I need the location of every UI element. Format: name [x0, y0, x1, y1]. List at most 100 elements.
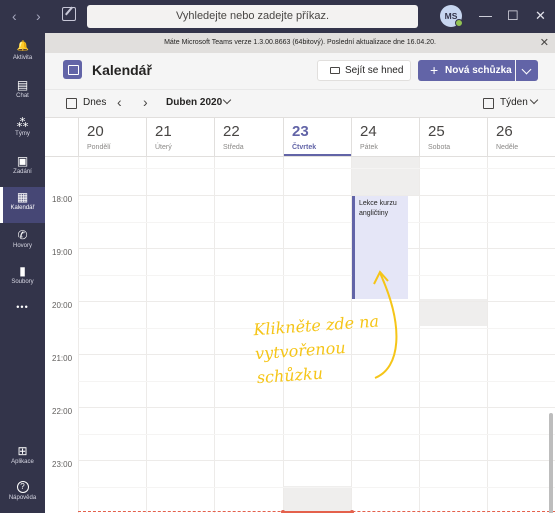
compose-icon[interactable]: [62, 7, 76, 21]
busy-block: [284, 486, 351, 511]
today-icon: [66, 98, 77, 109]
day-number: 20: [87, 123, 104, 140]
day-header-monday[interactable]: 20 Pondělí: [78, 118, 146, 156]
calendar-header: Kalendář Sejít se hned + Nová schůzka: [45, 53, 555, 89]
day-number: 26: [496, 123, 513, 140]
rail-item-help[interactable]: ? Nápověda: [0, 477, 45, 513]
rail-item-label: Zadání: [13, 169, 32, 175]
hour-label: 21:00: [52, 354, 73, 363]
teams-icon: ⁂: [16, 116, 29, 130]
bell-icon: 🔔: [16, 41, 29, 52]
hour-label: 22:00: [52, 407, 73, 416]
day-name: Středa: [223, 144, 244, 151]
rail-item-chat[interactable]: ▤ Chat: [0, 75, 45, 111]
view-switcher[interactable]: Týden: [500, 97, 528, 108]
day-header-thursday[interactable]: 23 Čtvrtek: [283, 118, 351, 156]
hour-line: [78, 460, 555, 461]
half-hour-line: [78, 222, 555, 223]
calendar-toolbar: Dnes ‹ › Duben 2020 Týden: [45, 89, 555, 117]
rail-item-label: Chat: [16, 93, 29, 99]
header-divider: [45, 156, 555, 157]
day-header-wednesday[interactable]: 22 Středa: [214, 118, 283, 156]
busy-block: [420, 299, 487, 326]
scrollbar[interactable]: [549, 413, 553, 513]
hour-label: 19:00: [52, 248, 73, 257]
minimize-button[interactable]: —: [479, 8, 492, 24]
page-title: Kalendář: [92, 62, 152, 78]
maximize-button[interactable]: ☐: [507, 8, 519, 24]
day-header-saturday[interactable]: 25 Sobota: [419, 118, 487, 156]
day-header-friday[interactable]: 24 Pátek: [351, 118, 419, 156]
day-name: Neděle: [496, 144, 519, 151]
next-week-button[interactable]: ›: [143, 94, 148, 110]
new-meeting-button[interactable]: + Nová schůzka: [418, 60, 515, 81]
rail-item-calls[interactable]: ✆ Hovory: [0, 225, 45, 261]
new-meeting-label: Nová schůzka: [445, 65, 512, 76]
rail-item-calendar[interactable]: ▦ Kalendář: [0, 187, 45, 223]
hour-label: 23:00: [52, 460, 73, 469]
rail-item-label: Hovory: [12, 243, 32, 249]
day-number: 24: [360, 123, 377, 140]
apps-icon: ⊞: [17, 444, 28, 458]
presence-status-icon: [455, 19, 463, 27]
day-number: 22: [223, 123, 240, 140]
rail-item-label: Soubory: [11, 279, 34, 285]
day-name: Pondělí: [87, 144, 111, 151]
rail-item-activity[interactable]: 🔔 Aktivita: [0, 37, 45, 73]
rail-item-teams[interactable]: ⁂ Týmy: [0, 113, 45, 149]
busy-block: [352, 157, 419, 196]
close-icon[interactable]: ✕: [540, 33, 549, 53]
new-meeting-dropdown-button[interactable]: [516, 60, 538, 81]
meet-now-button[interactable]: Sejít se hned: [317, 60, 411, 81]
plus-icon: +: [430, 62, 439, 78]
search-input[interactable]: Vyhledejte nebo zadejte příkaz.: [87, 5, 418, 28]
month-picker[interactable]: Duben 2020: [166, 97, 222, 108]
day-header-tuesday[interactable]: 21 Úterý: [146, 118, 214, 156]
today-button[interactable]: Dnes: [83, 97, 106, 108]
half-hour-line: [78, 275, 555, 276]
rail-item-label: Týmy: [15, 131, 30, 137]
chevron-down-icon[interactable]: [529, 95, 539, 105]
day-name: Úterý: [155, 144, 172, 151]
previous-week-button[interactable]: ‹: [117, 94, 122, 110]
half-hour-line: [78, 487, 555, 488]
rail-item-label: Kalendář: [10, 205, 35, 211]
forward-arrow-icon[interactable]: ›: [36, 8, 41, 24]
hour-label: 18:00: [52, 195, 73, 204]
half-hour-line: [78, 434, 555, 435]
day-number: 25: [428, 123, 445, 140]
more-icon: •••: [16, 302, 29, 312]
meet-now-label: Sejít se hned: [345, 65, 404, 76]
hour-label: 20:00: [52, 301, 73, 310]
rail-item-label: Nápověda: [8, 495, 37, 501]
app-rail: 🔔 Aktivita ▤ Chat ⁂ Týmy ▣ Zadání ▦ Kale…: [0, 33, 45, 513]
rail-item-apps[interactable]: ⊞ Aplikace: [0, 441, 45, 477]
rail-item-label: Aktivita: [12, 55, 33, 61]
update-banner-text: Máte Microsoft Teams verze 1.3.00.8663 (…: [164, 39, 436, 46]
calendar-icon: [63, 60, 82, 79]
help-icon: ?: [16, 481, 29, 493]
day-header-sunday[interactable]: 26 Neděle: [487, 118, 555, 156]
video-camera-icon: [330, 67, 340, 74]
day-name: Pátek: [360, 144, 378, 151]
rail-item-more[interactable]: •••: [0, 297, 45, 333]
week-view-icon: [483, 98, 494, 109]
hour-line: [78, 407, 555, 408]
day-name: Čtvrtek: [292, 144, 317, 151]
rail-item-files[interactable]: ▮ Soubory: [0, 261, 45, 297]
chevron-down-icon[interactable]: [222, 95, 232, 105]
day-name: Sobota: [428, 144, 451, 151]
day-number: 23: [292, 123, 309, 140]
hour-line: [78, 301, 555, 302]
hour-line: [78, 195, 555, 196]
rail-item-label: Aplikace: [11, 459, 34, 465]
hour-line: [78, 248, 555, 249]
close-window-button[interactable]: ✕: [535, 8, 546, 24]
day-number: 21: [155, 123, 172, 140]
calendar-icon: ▦: [16, 190, 29, 204]
back-arrow-icon[interactable]: ‹: [12, 8, 17, 24]
half-hour-line: [78, 168, 555, 169]
title-bar: ‹ › Vyhledejte nebo zadejte příkaz. MS —…: [0, 0, 555, 33]
calendar-grid: 20 Pondělí 21 Úterý 22 Středa 23 Čtvrtek…: [45, 117, 555, 513]
rail-item-assignments[interactable]: ▣ Zadání: [0, 151, 45, 187]
